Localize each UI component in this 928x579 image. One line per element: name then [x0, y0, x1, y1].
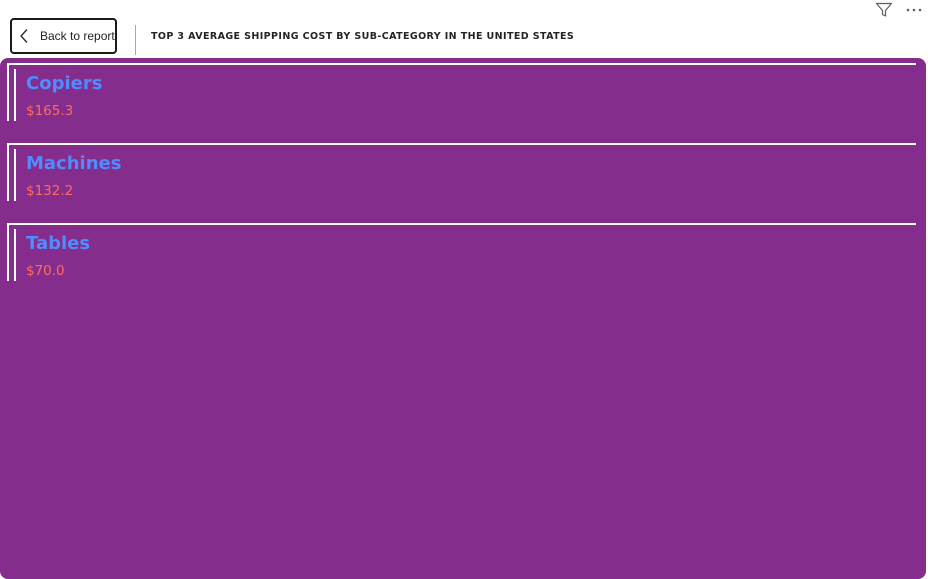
card-category-value: $70.0 — [26, 263, 65, 279]
visual-header-icons — [874, 0, 924, 20]
card-left-accent-inner — [14, 229, 16, 281]
more-options-icon[interactable] — [904, 0, 924, 20]
back-to-report-button[interactable]: Back to report — [10, 18, 117, 54]
chevron-left-icon — [16, 26, 32, 46]
card-category-name: Tables — [26, 233, 91, 254]
card-category-value: $132.2 — [26, 183, 74, 199]
card-left-accent-inner — [14, 149, 16, 201]
header-divider — [135, 25, 136, 55]
card-top-border — [7, 143, 916, 145]
card-left-accent — [7, 63, 9, 121]
filter-icon[interactable] — [874, 0, 894, 20]
report-page: Back to report TOP 3 AVERAGE SHIPPING CO… — [0, 0, 928, 579]
back-button-label: Back to report — [40, 29, 115, 43]
multi-row-card-visual[interactable]: Copiers $165.3 Machines $132.2 Tables $7… — [0, 58, 926, 579]
card-category-name: Machines — [26, 153, 122, 174]
card-category-name: Copiers — [26, 73, 103, 94]
card-left-accent — [7, 143, 9, 201]
card-category-value: $165.3 — [26, 103, 74, 119]
card-top-border — [7, 63, 916, 65]
visual-title: TOP 3 AVERAGE SHIPPING COST BY SUB-CATEG… — [151, 31, 575, 42]
card-row[interactable]: Copiers $165.3 — [7, 63, 916, 121]
card-row[interactable]: Machines $132.2 — [7, 143, 916, 201]
card-left-accent — [7, 223, 9, 281]
card-left-accent-inner — [14, 69, 16, 121]
card-top-border — [7, 223, 916, 225]
card-row[interactable]: Tables $70.0 — [7, 223, 916, 281]
